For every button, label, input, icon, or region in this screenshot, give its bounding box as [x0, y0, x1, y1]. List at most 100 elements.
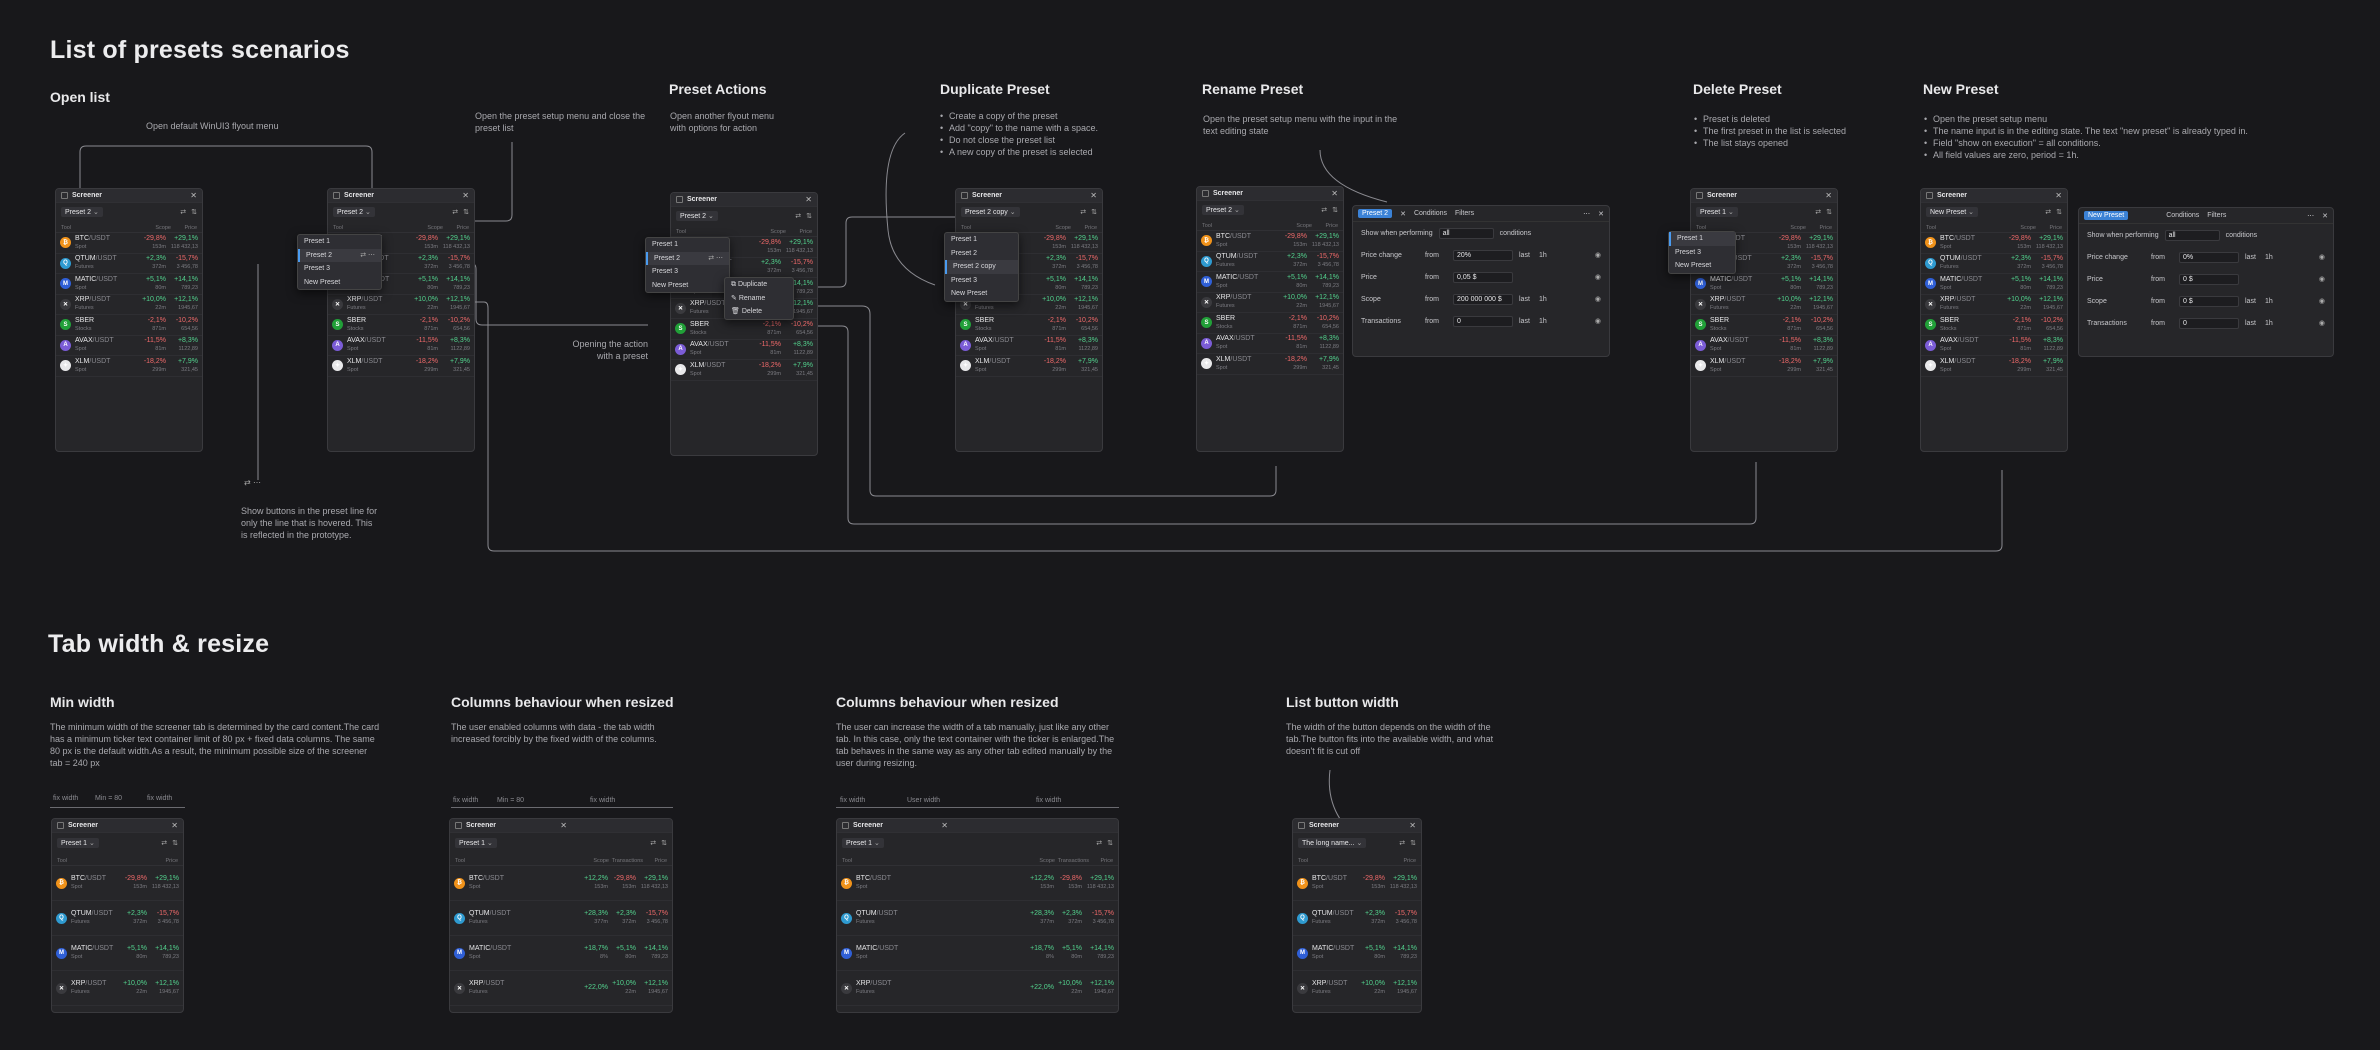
preset-select[interactable]: Preset 1 [842, 838, 884, 848]
period-select[interactable]: 1h [2265, 320, 2279, 327]
coin-row[interactable]: S SBER Stocks -2,1% 871m -10,2% 654,56 [956, 315, 1102, 336]
sort-icon[interactable]: ⇅ [2056, 208, 2062, 216]
from-select[interactable]: from [1425, 296, 1447, 303]
condition-value-input[interactable]: 0 $ [2179, 295, 2239, 307]
preset-item[interactable]: Preset 3 [298, 262, 381, 276]
preset-item[interactable]: Preset 2 [945, 247, 1018, 261]
swap-icon[interactable]: ⇄ [180, 208, 186, 216]
coin-row[interactable]: A AVAX/USDT Spot -11,5% 81m +8,3% 1122,89 [1921, 336, 2067, 356]
coin-row[interactable]: ✕ XRP/USDTFutures +10,0%22m +12,1%1945,67 [1197, 293, 1343, 313]
preset-item-selected[interactable]: Preset 1 [1669, 232, 1735, 246]
coin-row[interactable]: S SBER Stocks -2,1% 871m -10,2% 654,56 [1197, 313, 1343, 334]
tab-conditions[interactable]: Conditions [1414, 210, 1447, 217]
preset-item-selected[interactable]: Preset 2 ⇄ ⋯ [298, 248, 381, 263]
coin-row[interactable]: ₿BTC/USDTSpot-29,8%153m+29,1%118 432,13 [52, 866, 183, 901]
coin-row[interactable]: M MATIC/USDT Spot +18,7% 8% +5,1% 80m +14,1% 789… [837, 936, 1118, 971]
eye-icon[interactable]: ◉ [2319, 253, 2325, 261]
close-icon[interactable]: ✕ [190, 191, 197, 200]
coin-row[interactable]: Q QTUM/USDTFutures +2,3%372m -15,7%3 456,78 [56, 254, 202, 274]
close-icon[interactable]: ✕ [1825, 191, 1832, 200]
coin-row[interactable]: S SBER Stocks -2,1% 871m -10,2% 654,56 [328, 315, 474, 336]
swap-icon[interactable]: ⇄ [1080, 208, 1086, 216]
from-select[interactable]: from [2151, 298, 2173, 305]
preset-item[interactable]: Preset 1 [298, 235, 381, 249]
show-select[interactable]: all [1438, 227, 1494, 239]
from-select[interactable]: from [1425, 274, 1447, 281]
condition-value-input[interactable]: 0 [1453, 315, 1513, 327]
hover-actions-icon[interactable]: ⇄ ⋯ [360, 249, 375, 263]
coin-row[interactable]: Q QTUM/USDTFutures +2,3%372m -15,7%3 456,78 [1197, 252, 1343, 272]
coin-row[interactable]: S SBER Stocks -2,1% 871m -10,2% 654,56 [1921, 315, 2067, 336]
from-select[interactable]: from [2151, 276, 2173, 283]
coin-row[interactable]: Q QTUM/USDTFutures +2,3%372m -15,7%3 456,78 [52, 901, 183, 936]
coin-row[interactable]: S SBER Stocks -2,1% 871m -10,2% 654,56 [1691, 315, 1837, 336]
condition-value-input[interactable]: 200 000 000 $ [1453, 293, 1513, 305]
coin-row[interactable]: ✕ XRP/USDTFutures +10,0%22m +12,1%1945,67 [328, 295, 474, 315]
new-preset-item[interactable]: New Preset [945, 287, 1018, 301]
rename-menu-item[interactable]: ✎ Rename [725, 292, 793, 306]
swap-icon[interactable]: ⇄ [1096, 839, 1102, 847]
eye-icon[interactable]: ◉ [1595, 251, 1601, 259]
coin-row[interactable]: M MATIC/USDTSpot +5,1%80m +14,1%789,23 [52, 936, 183, 971]
condition-value-input[interactable]: 0 [2179, 317, 2239, 329]
preset-select[interactable]: New Preset [1926, 206, 1978, 217]
coin-row[interactable]: A AVAX/USDT Spot -11,5% 81m +8,3% 1122,89 [1197, 334, 1343, 354]
coin-row[interactable]: M MATIC/USDT Spot +18,7% 8% +5,1% 80m +14,1% 789… [450, 936, 672, 971]
sort-icon[interactable]: ⇅ [1091, 208, 1097, 216]
tab-conditions[interactable]: Conditions [2166, 212, 2199, 219]
coin-row[interactable]: ₿BTC/USDTSpot-29,8%153m+29,1%118 432,13 [1197, 231, 1343, 252]
new-preset-item[interactable]: New Preset [1669, 259, 1735, 273]
coin-row[interactable]: ✦ XLM/USDT Spot -18,2% 299m +7,9% 321,45 [56, 356, 202, 377]
sort-icon[interactable]: ⇅ [463, 208, 469, 216]
preset-select[interactable]: Preset 1 [455, 838, 497, 848]
delete-menu-item[interactable]: 🗑 Delete [725, 305, 793, 319]
coin-row[interactable]: Q QTUM/USDTFutures +2,3%372m -15,7%3 456,78 [1921, 254, 2067, 274]
sort-icon[interactable]: ⇅ [191, 208, 197, 216]
coin-row[interactable]: ✦ XLM/USDT Spot -18,2% 299m +7,9% 321,45 [1197, 354, 1343, 375]
tab-filters[interactable]: Filters [1455, 210, 1474, 217]
preset-select[interactable]: Preset 1 [57, 838, 99, 848]
period-select[interactable]: 1h [1539, 296, 1553, 303]
swap-icon[interactable]: ⇄ [1815, 208, 1821, 216]
coin-row[interactable]: Q QTUM/USDT Futures +28,3% 377m +2,3% 372m -15,… [837, 901, 1118, 936]
eye-icon[interactable]: ◉ [2319, 297, 2325, 305]
close-icon[interactable]: ✕ [1598, 210, 1604, 218]
coin-row[interactable]: ₿ BTC/USDT Spot +12,2% 153m -29,8% 153m +29,1% 1… [450, 866, 672, 901]
coin-row[interactable]: ✦ XLM/USDT Spot -18,2% 299m +7,9% 321,45 [671, 360, 817, 381]
eye-icon[interactable]: ◉ [2319, 275, 2325, 283]
close-icon[interactable]: ✕ [805, 195, 812, 204]
from-select[interactable]: from [1425, 318, 1447, 325]
eye-icon[interactable]: ◉ [2319, 319, 2325, 327]
condition-value-input[interactable]: 0 $ [2179, 273, 2239, 285]
coin-row[interactable]: ₿BTC/USDTSpot-29,8%153m+29,1%118 432,13 [1921, 233, 2067, 254]
swap-icon[interactable]: ⇄ [452, 208, 458, 216]
preset-name-input[interactable]: Preset 2 [1358, 209, 1393, 218]
coin-row[interactable]: ✦ XLM/USDT Spot -18,2% 299m +7,9% 321,45 [1921, 356, 2067, 377]
coin-row[interactable]: A AVAX/USDT Spot -11,5% 81m +8,3% 1122,89 [671, 340, 817, 360]
preset-select[interactable]: Preset 2 copy [961, 206, 1020, 217]
preset-item-selected[interactable]: Preset 2 copy [945, 260, 1018, 274]
coin-row[interactable]: ₿BTC/USDTSpot-29,8%153m+29,1%118 432,13 [1293, 866, 1421, 901]
preset-select[interactable]: Preset 2 [676, 210, 718, 221]
preset-item[interactable]: Preset 3 [1669, 246, 1735, 260]
sort-icon[interactable]: ⇅ [1332, 206, 1338, 214]
swap-icon[interactable]: ⇄ [161, 839, 167, 847]
sort-icon[interactable]: ⇅ [1410, 839, 1416, 847]
sort-icon[interactable]: ⇅ [1826, 208, 1832, 216]
sort-icon[interactable]: ⇅ [806, 212, 812, 220]
coin-row[interactable]: A AVAX/USDT Spot -11,5% 81m +8,3% 1122,89 [1691, 336, 1837, 356]
swap-icon[interactable]: ⇄ [1399, 839, 1405, 847]
coin-row[interactable]: ₿BTC/USDTSpot-29,8%153m+29,1%118 432,13 [56, 233, 202, 254]
coin-row[interactable]: M MATIC/USDTSpot +5,1%80m +14,1%789,23 [1921, 274, 2067, 295]
coin-row[interactable]: A AVAX/USDT Spot -11,5% 81m +8,3% 1122,89 [56, 336, 202, 356]
hover-actions-icon[interactable]: ⇄ ⋯ [708, 252, 723, 266]
swap-icon[interactable]: ⇄ [244, 478, 251, 487]
preset-item[interactable]: Preset 1 [646, 238, 729, 252]
preset-item-selected[interactable]: Preset 2 ⇄ ⋯ [646, 251, 729, 266]
close-icon[interactable]: ✕ [171, 821, 178, 830]
period-select[interactable]: 1h [2265, 298, 2279, 305]
eye-icon[interactable]: ◉ [1595, 295, 1601, 303]
preset-select[interactable]: Preset 2 [333, 206, 375, 217]
coin-row[interactable]: S SBER Stocks -2,1% 871m -10,2% 654,56 [671, 319, 817, 340]
preset-name-input[interactable]: New Preset [2084, 211, 2129, 220]
